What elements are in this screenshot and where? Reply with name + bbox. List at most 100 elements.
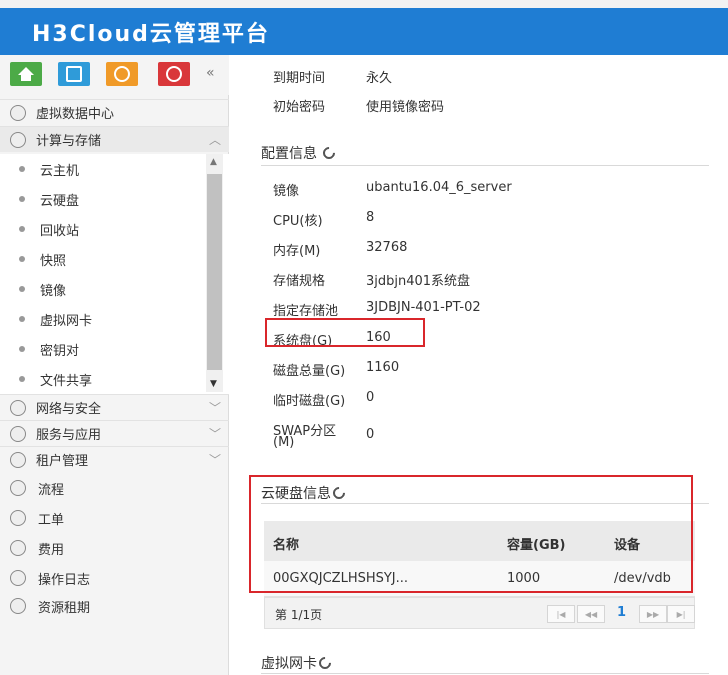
system-disk-highlight	[265, 318, 425, 347]
globe-icon	[10, 399, 26, 416]
sidebar-item-billing[interactable]: 费用	[0, 533, 229, 563]
current-page-number[interactable]: 1	[617, 605, 626, 620]
sidebar-item-operation-log[interactable]: 操作日志	[0, 563, 229, 593]
field-label: 存储规格	[273, 274, 326, 289]
sidebar-item-label: 流程	[38, 482, 65, 498]
stack-icon	[166, 66, 182, 82]
menu-group-tenant[interactable]: 租户管理 ﹀	[0, 446, 229, 472]
sidebar-item-cloud-disk[interactable]: 云硬盘	[0, 184, 205, 214]
app-title: H3Cloud云管理平台	[32, 22, 270, 47]
sidebar-item-keypair[interactable]: 密钥对	[0, 334, 205, 364]
bullet-icon	[19, 196, 25, 202]
sidebar-item-image[interactable]: 镜像	[0, 274, 205, 304]
menu-group-network-security[interactable]: 网络与安全 ﹀	[0, 394, 229, 420]
coin-icon	[10, 540, 26, 556]
sidebar-item-resource-lease[interactable]: 资源租期	[0, 591, 229, 621]
sidebar-item-snapshot[interactable]: 快照	[0, 244, 205, 274]
user-icon	[114, 66, 130, 82]
app-header: H3Cloud云管理平台	[0, 8, 728, 55]
sidebar-item-workflow[interactable]: 流程	[0, 473, 229, 503]
chevron-down-icon: ﹀	[208, 453, 221, 467]
field-label: 临时磁盘(G)	[273, 394, 346, 409]
computer-icon	[10, 131, 26, 148]
submenu-scrollbar[interactable]: ▲ ▼	[206, 154, 223, 392]
field-label: CPU(核)	[273, 214, 323, 229]
scrollbar-thumb[interactable]	[207, 174, 222, 370]
home-button[interactable]	[10, 62, 42, 86]
field-label: 指定存储池	[273, 304, 339, 319]
last-page-icon[interactable]: ▶|	[667, 605, 695, 623]
field-value: 1160	[366, 360, 400, 375]
sidebar-item-label: 密钥对	[40, 343, 80, 359]
sidebar-item-ticket[interactable]: 工单	[0, 503, 229, 533]
collapse-sidebar-icon[interactable]: «	[206, 65, 215, 81]
sidebar-item-label: 回收站	[40, 223, 80, 239]
page-info: 第 1/1页	[275, 608, 323, 622]
bullet-icon	[19, 286, 25, 292]
scroll-up-icon[interactable]: ▲	[210, 157, 217, 167]
menu-group-compute-storage[interactable]: 计算与存储 ︿	[0, 126, 229, 152]
user-button[interactable]	[106, 62, 138, 86]
sidebar-item-label: 工单	[38, 512, 65, 528]
bullet-icon	[19, 376, 25, 382]
lease-icon	[10, 598, 26, 614]
quick-toolbar: «	[0, 55, 229, 95]
field-value: 0	[366, 427, 375, 442]
field-label: 磁盘总量(G)	[273, 364, 346, 379]
sidebar-item-label: 操作日志	[38, 572, 91, 588]
bullet-icon	[19, 256, 25, 262]
chevron-down-icon: ﹀	[208, 401, 221, 415]
refresh-icon[interactable]	[316, 654, 334, 672]
main-content: 到期时间 永久 初始密码 使用镜像密码 配置信息 镜像 ubantu16.04_…	[244, 55, 728, 675]
datacenter-icon	[10, 104, 26, 121]
field-value: 3JDBJN-401-PT-02	[366, 300, 481, 315]
monitor-button[interactable]	[58, 62, 90, 86]
sidebar-item-label: 资源租期	[38, 600, 91, 616]
menu-group-service-app[interactable]: 服务与应用 ﹀	[0, 420, 229, 446]
field-value: 8	[366, 210, 375, 225]
next-page-icon[interactable]: ▶▶	[639, 605, 667, 623]
bullet-icon	[19, 316, 25, 322]
prev-page-icon[interactable]: ◀◀	[577, 605, 605, 623]
sidebar-item-label: 云主机	[40, 163, 80, 179]
database-icon	[10, 425, 26, 442]
scroll-down-icon[interactable]: ▼	[210, 379, 217, 389]
field-label: 到期时间	[273, 71, 326, 86]
log-icon	[10, 570, 26, 586]
section-title-text: 配置信息	[261, 146, 317, 162]
field-label: 镜像	[273, 184, 300, 199]
config-section-title: 配置信息	[261, 143, 338, 163]
nic-section-title: 虚拟网卡	[261, 653, 334, 673]
stack-button[interactable]	[158, 62, 190, 86]
menu-group-label: 计算与存储	[36, 134, 102, 149]
refresh-icon[interactable]	[320, 144, 338, 162]
menu-group-label: 租户管理	[36, 454, 89, 469]
sidebar-item-recycle-bin[interactable]: 回收站	[0, 214, 205, 244]
sidebar: « 虚拟数据中心 计算与存储 ︿ 云主机 云硬盘 回收站 快照 镜像 虚拟网卡 …	[0, 55, 229, 675]
sidebar-item-file-share[interactable]: 文件共享	[0, 364, 205, 394]
divider	[261, 165, 709, 166]
first-page-icon[interactable]: |◀	[547, 605, 575, 623]
workflow-icon	[10, 480, 26, 496]
menu-group-vdc[interactable]: 虚拟数据中心	[0, 99, 229, 125]
menu-group-label: 服务与应用	[36, 428, 102, 443]
ticket-icon	[10, 510, 26, 526]
field-label-unit: (M)	[273, 435, 295, 450]
menu-group-label: 网络与安全	[36, 402, 102, 417]
field-value: 0	[366, 390, 375, 405]
field-value: ubantu16.04_6_server	[366, 180, 512, 195]
sidebar-item-cloud-host[interactable]: 云主机	[0, 154, 205, 184]
compute-submenu: 云主机 云硬盘 回收站 快照 镜像 虚拟网卡 密钥对 文件共享 ▲ ▼	[0, 154, 229, 394]
disk-info-highlight	[249, 475, 693, 593]
field-label: 初始密码	[273, 100, 326, 115]
chevron-down-icon: ﹀	[208, 427, 221, 441]
person-icon	[10, 451, 26, 468]
field-value: 永久	[366, 71, 393, 86]
sidebar-item-virtual-nic[interactable]: 虚拟网卡	[0, 304, 205, 334]
sidebar-item-label: 费用	[38, 542, 65, 558]
field-value: 32768	[366, 240, 408, 255]
sidebar-item-label: 文件共享	[40, 373, 93, 389]
sidebar-item-label: 镜像	[40, 283, 67, 299]
bullet-icon	[19, 166, 25, 172]
sidebar-item-label: 快照	[40, 253, 67, 269]
